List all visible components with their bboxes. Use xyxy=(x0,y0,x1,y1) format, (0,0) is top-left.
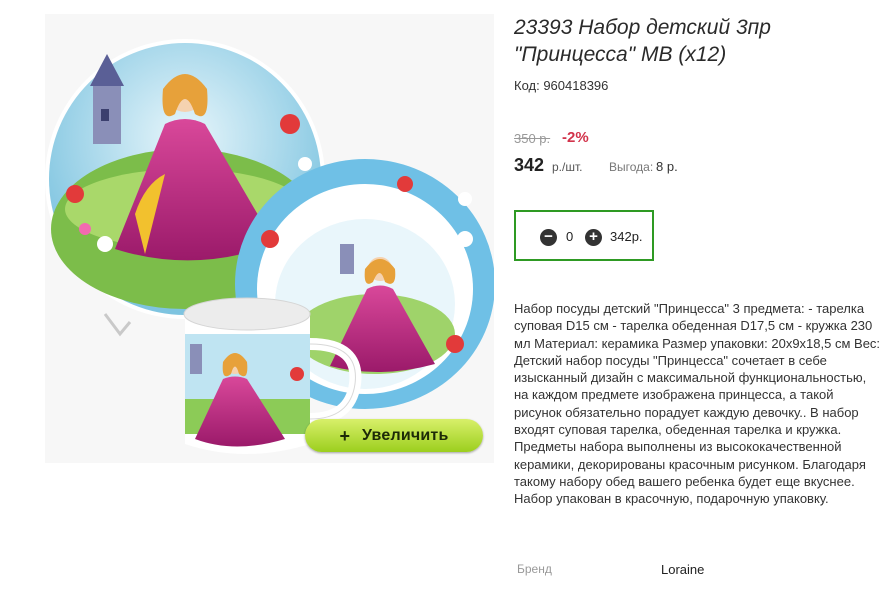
product-code: Код: 960418396 xyxy=(514,78,609,93)
brand-label: Бренд xyxy=(517,562,552,576)
benefit-value: 8 р. xyxy=(656,159,678,174)
product-image[interactable]: + Увеличить xyxy=(45,14,494,463)
plus-icon[interactable]: + xyxy=(585,229,602,246)
zoom-button-label: Увеличить xyxy=(362,426,449,444)
benefit-label: Выгода: xyxy=(609,160,654,174)
zoom-button[interactable]: + Увеличить xyxy=(305,419,483,452)
quantity-stepper: − 0 + 342р. xyxy=(514,210,654,261)
product-photo xyxy=(45,39,494,454)
plus-icon: + xyxy=(339,425,351,446)
old-price: 350 р. xyxy=(514,131,551,146)
price-unit: р./шт. xyxy=(552,160,583,174)
quantity-sum: 342р. xyxy=(610,229,643,244)
product-description: Набор посуды детский "Принцесса" 3 предм… xyxy=(514,301,880,507)
current-price: 342 xyxy=(514,155,545,175)
minus-icon[interactable]: − xyxy=(540,229,557,246)
discount-badge: -2% xyxy=(562,129,589,146)
brand-value: Loraine xyxy=(661,562,705,577)
product-title: 23393 Набор детский 3пр "Принцесса" МВ (… xyxy=(514,16,771,66)
quantity-value: 0 xyxy=(566,229,574,244)
